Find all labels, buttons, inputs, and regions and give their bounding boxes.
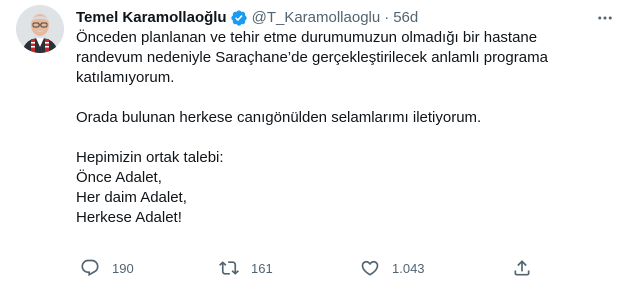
reply-count: 190 bbox=[112, 260, 134, 276]
verified-badge-icon bbox=[230, 9, 248, 27]
retweet-count: 161 bbox=[251, 260, 273, 276]
tweet-text: Önceden planlanan ve tehir etme durumumu… bbox=[76, 28, 616, 228]
like-count: 1.043 bbox=[392, 260, 425, 276]
share-icon bbox=[512, 258, 532, 278]
retweet-button[interactable]: 161 bbox=[219, 258, 273, 278]
tweet-timestamp[interactable]: 56d bbox=[393, 8, 418, 28]
tweet-text-line: Orada bulunan herkese canıgönülden selam… bbox=[76, 109, 482, 126]
tweet-text-line: katılamıyorum. bbox=[76, 69, 175, 86]
author-handle[interactable]: @T_Karamollaoglu bbox=[252, 8, 381, 28]
reply-button[interactable]: 190 bbox=[80, 258, 134, 278]
tweet-text-line: Hepimizin ortak talebi: bbox=[76, 149, 224, 166]
reply-icon bbox=[80, 258, 100, 278]
tweet-text-line: Her daim Adalet, bbox=[76, 189, 187, 206]
tweet-text-line: Önce Adalet, bbox=[76, 169, 162, 186]
share-button[interactable] bbox=[512, 258, 532, 278]
avatar[interactable] bbox=[16, 5, 64, 53]
like-icon bbox=[360, 258, 380, 278]
tweet-text-line: Herkese Adalet! bbox=[76, 209, 182, 226]
retweet-icon bbox=[219, 258, 239, 278]
tweet[interactable]: Temel Karamollaoğlu @T_Karamollaoglu · 5… bbox=[0, 0, 633, 285]
author-name[interactable]: Temel Karamollaoğlu bbox=[76, 8, 227, 28]
separator-dot: · bbox=[384, 9, 390, 26]
more-icon[interactable] bbox=[595, 8, 615, 28]
tweet-text-line: randevum nedeniyle Saraçhane’de gerçekle… bbox=[76, 49, 548, 66]
tweet-header: Temel Karamollaoğlu @T_Karamollaoglu · 5… bbox=[76, 8, 418, 28]
tweet-text-line: Önceden planlanan ve tehir etme durumumu… bbox=[76, 29, 538, 46]
like-button[interactable]: 1.043 bbox=[360, 258, 425, 278]
action-bar: 190 161 1.043 bbox=[76, 258, 546, 280]
